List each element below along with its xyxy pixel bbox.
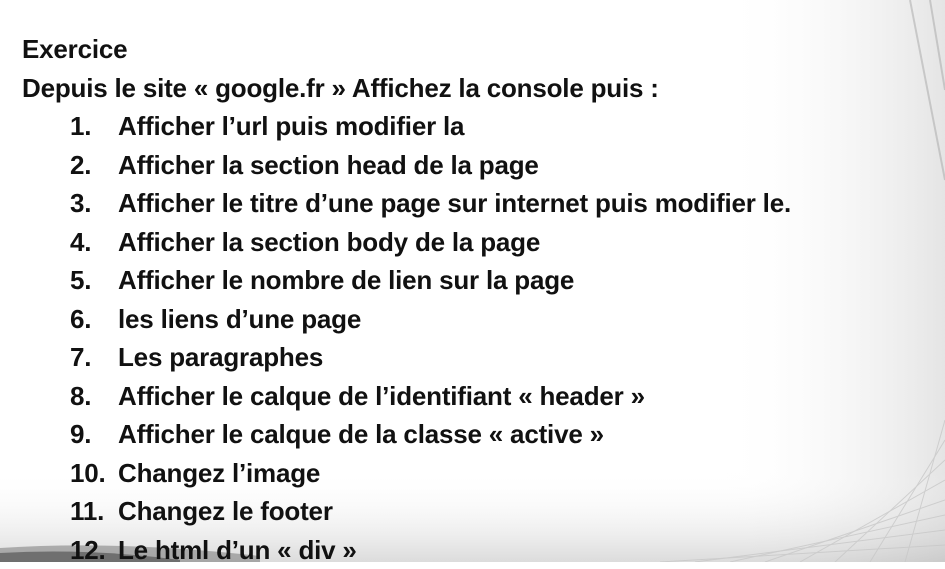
item-text: Afficher la section body de la page [118, 223, 540, 262]
item-text: Le html d’un « div » [118, 531, 357, 569]
list-item: 2.Afficher la section head de la page [70, 146, 791, 185]
list-item: 9.Afficher le calque de la classe « acti… [70, 415, 791, 454]
item-number: 3. [70, 184, 118, 223]
item-number: 1. [70, 107, 118, 146]
item-text: les liens d’une page [118, 300, 361, 339]
item-number: 8. [70, 377, 118, 416]
list-item: 7.Les paragraphes [70, 338, 791, 377]
item-text: Changez le footer [118, 492, 333, 531]
exercise-document: Exercice Depuis le site « google.fr » Af… [22, 30, 791, 569]
list-item: 5.Afficher le nombre de lien sur la page [70, 261, 791, 300]
list-item: 1.Afficher l’url puis modifier la [70, 107, 791, 146]
list-item: 11.Changez le footer [70, 492, 791, 531]
item-text: Afficher le nombre de lien sur la page [118, 261, 574, 300]
item-number: 9. [70, 415, 118, 454]
item-number: 6. [70, 300, 118, 339]
item-number: 5. [70, 261, 118, 300]
item-text: Changez l’image [118, 454, 320, 493]
list-item: 8.Afficher le calque de l’identifiant « … [70, 377, 791, 416]
document-title: Exercice [22, 30, 791, 69]
list-item: 6.les liens d’une page [70, 300, 791, 339]
item-text: Afficher la section head de la page [118, 146, 539, 185]
item-text: Les paragraphes [118, 338, 323, 377]
item-number: 12. [70, 531, 118, 569]
item-number: 10. [70, 454, 118, 493]
document-intro: Depuis le site « google.fr » Affichez la… [22, 69, 791, 108]
exercise-list: 1.Afficher l’url puis modifier la 2.Affi… [22, 107, 791, 569]
list-item: 3.Afficher le titre d’une page sur inter… [70, 184, 791, 223]
item-number: 7. [70, 338, 118, 377]
item-text: Afficher l’url puis modifier la [118, 107, 464, 146]
item-number: 2. [70, 146, 118, 185]
list-item: 12.Le html d’un « div » [70, 531, 791, 569]
item-text: Afficher le titre d’une page sur interne… [118, 184, 791, 223]
item-number: 11. [70, 492, 118, 531]
item-text: Afficher le calque de l’identifiant « he… [118, 377, 645, 416]
item-number: 4. [70, 223, 118, 262]
list-item: 10.Changez l’image [70, 454, 791, 493]
item-text: Afficher le calque de la classe « active… [118, 415, 604, 454]
list-item: 4.Afficher la section body de la page [70, 223, 791, 262]
